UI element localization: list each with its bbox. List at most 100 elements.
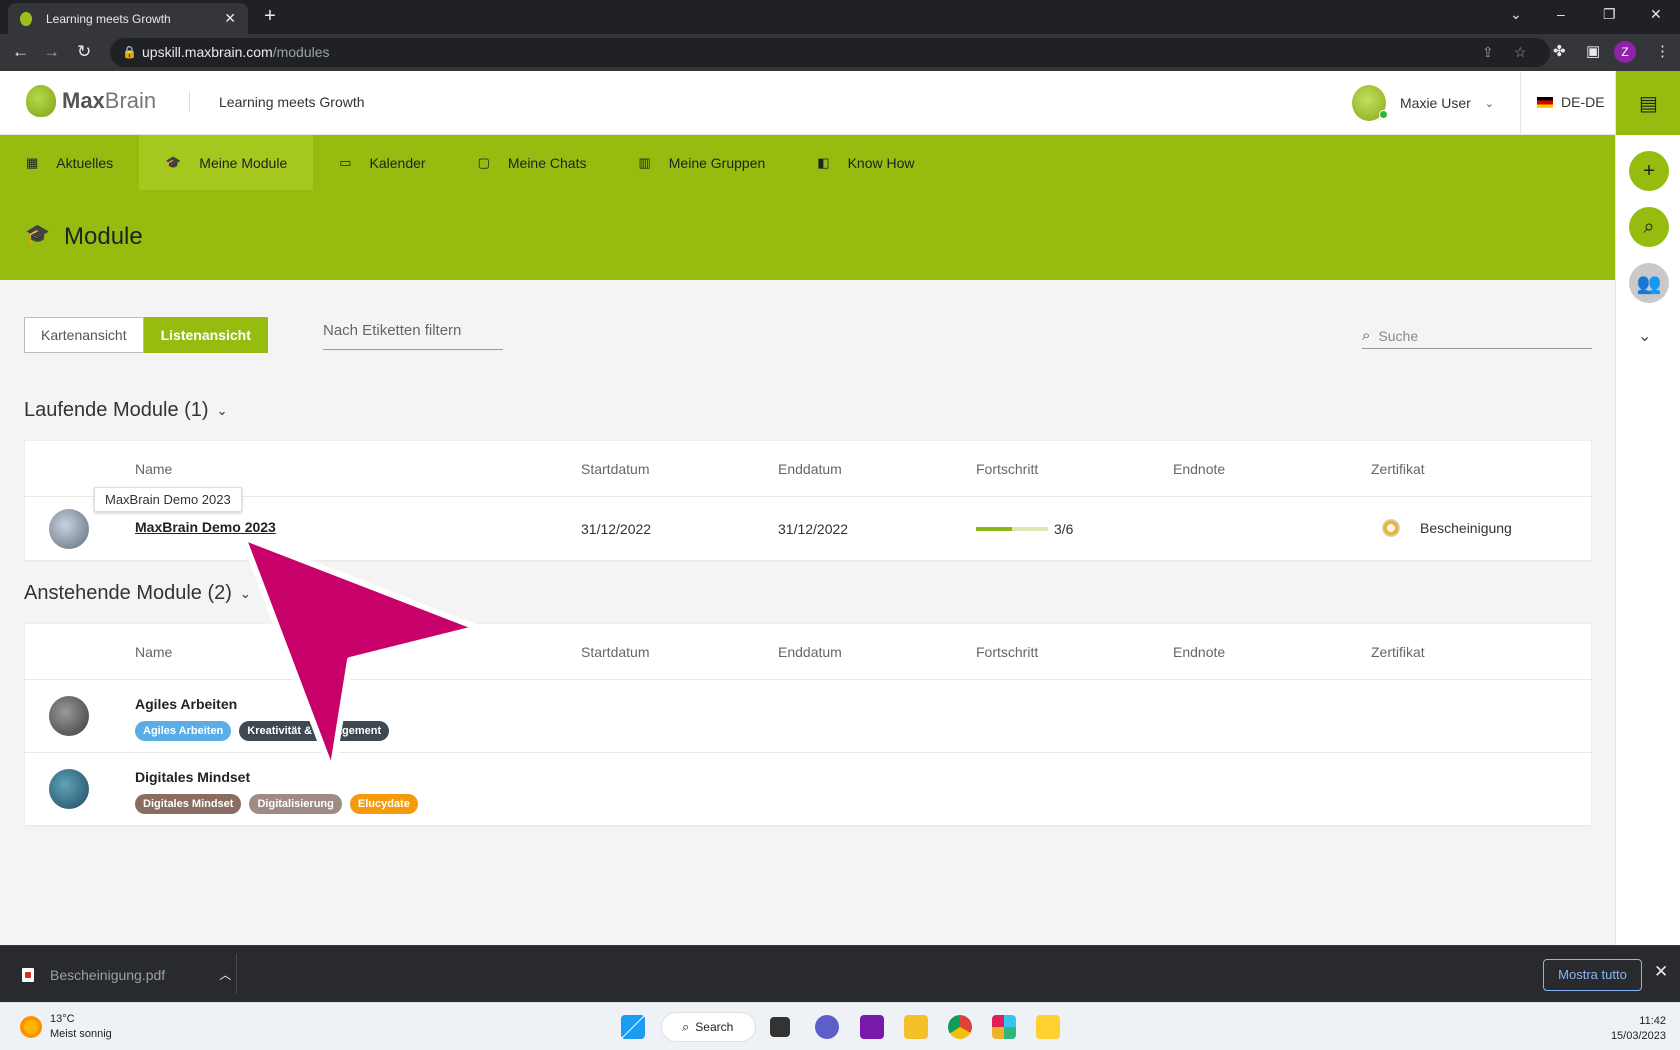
people-icon: 👥 [1636, 272, 1662, 295]
groups-button[interactable]: 👥 [1629, 263, 1669, 303]
file-explorer-icon[interactable] [904, 1015, 928, 1039]
nav-item-meine-gruppen[interactable]: ▥ Meine Gruppen [612, 135, 791, 190]
profile-avatar[interactable]: Z [1614, 41, 1636, 63]
online-status-dot [1379, 110, 1388, 119]
tag[interactable]: Agiles Arbeiten [135, 721, 232, 741]
graduation-cap-icon: 🎓 [165, 154, 182, 170]
column-name: Name [135, 644, 173, 660]
list-view-button[interactable]: Listenansicht [143, 317, 268, 353]
system-clock[interactable]: 11:42 15/03/2023 [1596, 1014, 1666, 1044]
groups-icon: ▥ [638, 154, 651, 170]
rail-expand-chevron-icon[interactable]: ⌄ [1638, 326, 1651, 346]
url-input[interactable]: 🔒 upskill.maxbrain.com/modules ⇪ ☆ [110, 38, 1550, 67]
calendar-icon: ▭ [339, 154, 352, 170]
extensions-icon[interactable]: ✤ [1553, 42, 1566, 60]
module-name-link[interactable]: MaxBrain Demo 2023 [135, 519, 276, 535]
nav-item-aktuelles[interactable]: ▦ Aktuelles [0, 135, 139, 190]
nav-item-meine-module[interactable]: 🎓 Meine Module [139, 135, 314, 190]
slack-icon[interactable] [992, 1015, 1016, 1039]
column-grade: Endnote [1173, 644, 1226, 660]
weather-widget[interactable]: 13°C Meist sonnig [20, 1012, 112, 1042]
minimize-icon[interactable]: – [1557, 6, 1565, 22]
chevron-up-icon[interactable]: ︿ [219, 966, 231, 983]
download-filename: Bescheinigung.pdf [50, 966, 166, 983]
close-tab-icon[interactable]: ✕ [224, 10, 236, 27]
column-end: Enddatum [778, 644, 842, 660]
book-icon: ◧ [817, 154, 830, 170]
browser-tab[interactable]: Learning meets Growth ✕ [8, 3, 248, 34]
chevron-down-icon: ⌄ [1484, 97, 1495, 110]
table-row[interactable]: Digitales Mindset Digitales Mindset Digi… [25, 753, 1591, 826]
side-panel-icon[interactable]: ▣ [1586, 42, 1600, 60]
module-name[interactable]: Digitales Mindset [135, 769, 250, 785]
module-name-tooltip: MaxBrain Demo 2023 [94, 487, 242, 512]
maxbrain-logo[interactable]: MaxBrain [26, 85, 156, 117]
show-all-button[interactable]: Mostra tutto [1543, 959, 1642, 991]
tag[interactable]: Digitalisierung [249, 794, 342, 814]
section-title: Laufende Module (1) [24, 399, 209, 421]
table-row[interactable]: Agiles Arbeiten Agiles Arbeiten Kreativi… [25, 680, 1591, 753]
nav-item-meine-chats[interactable]: ▢ Meine Chats [452, 135, 613, 190]
column-name: Name [135, 461, 173, 477]
back-icon[interactable]: ← [12, 42, 29, 62]
search-input[interactable]: ⌕ Suche [1362, 323, 1592, 349]
onenote-icon[interactable] [860, 1015, 884, 1039]
tab-search-icon[interactable]: ⌄ [1510, 6, 1522, 23]
graduation-cap-icon: 🎓 [25, 224, 50, 246]
miro-icon[interactable] [1036, 1015, 1060, 1039]
share-icon[interactable]: ⇪ [1482, 38, 1494, 67]
restore-icon[interactable]: ❐ [1603, 6, 1616, 23]
clock-date: 15/03/2023 [1610, 1030, 1666, 1042]
nav-item-kalender[interactable]: ▭ Kalender [313, 135, 451, 190]
table-row[interactable]: MaxBrain Demo 2023 31/12/2022 31/12/2022… [25, 497, 1591, 561]
task-view-icon[interactable] [770, 1017, 790, 1037]
chat-icon: ▢ [477, 154, 490, 170]
bookmark-star-icon[interactable]: ☆ [1514, 38, 1527, 67]
tag[interactable]: Elucydate [349, 794, 418, 814]
german-flag-icon [1537, 96, 1553, 108]
table-header: Name Startdatum Enddatum Fortschritt End… [25, 441, 1591, 497]
certificate-badge-icon [1382, 519, 1400, 537]
brain-logo-icon [26, 85, 56, 117]
language-switcher[interactable]: DE-DE [1537, 94, 1605, 110]
certificate-link[interactable]: Bescheinigung [1382, 519, 1512, 537]
column-certificate: Zertifikat [1371, 461, 1425, 477]
browser-menu-icon[interactable]: ⋮ [1655, 42, 1670, 60]
language-divider [1520, 71, 1521, 135]
close-icon[interactable]: ✕ [1654, 962, 1668, 982]
module-name[interactable]: Agiles Arbeiten [135, 696, 237, 712]
forward-icon[interactable]: → [43, 42, 60, 62]
chevron-down-icon: ⌄ [239, 585, 251, 601]
teams-chat-icon[interactable] [815, 1015, 839, 1039]
module-thumbnail [49, 509, 89, 549]
progress-label: 3/6 [1054, 521, 1074, 537]
sun-icon [20, 1016, 42, 1038]
windows-start-icon[interactable] [621, 1015, 645, 1039]
nav-item-know-how[interactable]: ◧ Know How [791, 135, 940, 190]
upcoming-modules-header[interactable]: Anstehende Module (2) ⌄ [24, 582, 251, 605]
taskbar-search[interactable]: ⌕ Search [661, 1012, 756, 1042]
progress-bar-fill [976, 527, 1012, 531]
tag-list: Agiles Arbeiten Kreativität & Engagement [135, 721, 390, 741]
tag-filter-input[interactable]: Nach Etiketten filtern [323, 322, 503, 350]
running-modules-header[interactable]: Laufende Module (1) ⌄ [24, 399, 227, 422]
upcoming-modules-table: Name Startdatum Enddatum Fortschritt End… [24, 623, 1592, 827]
nav-item-label: Meine Gruppen [668, 154, 766, 171]
chrome-icon[interactable] [948, 1015, 972, 1039]
taskbar-search-label: Search [695, 1020, 734, 1034]
close-window-icon[interactable]: ✕ [1650, 6, 1662, 23]
user-menu[interactable]: Maxie User ⌄ [1352, 85, 1494, 121]
nav-item-label: Know How [847, 154, 915, 171]
running-modules-table: Name Startdatum Enddatum Fortschritt End… [24, 440, 1592, 562]
tag[interactable]: Digitales Mindset [135, 794, 242, 814]
download-item[interactable]: Bescheinigung.pdf ︿ [22, 966, 231, 983]
add-button[interactable]: + [1629, 151, 1669, 191]
card-view-button[interactable]: Kartenansicht [24, 317, 144, 353]
tag[interactable]: Kreativität & Engagement [239, 721, 390, 741]
reload-icon[interactable]: ↻ [77, 42, 91, 62]
new-tab-button[interactable]: + [258, 6, 282, 27]
column-start: Startdatum [581, 644, 650, 660]
main-navigation: ▦ Aktuelles 🎓 Meine Module ▭ Kalender ▢ Mein… [0, 135, 1615, 190]
chat-panel-button[interactable]: ▤ [1616, 71, 1680, 135]
search-button[interactable]: ⌕ [1629, 207, 1669, 247]
